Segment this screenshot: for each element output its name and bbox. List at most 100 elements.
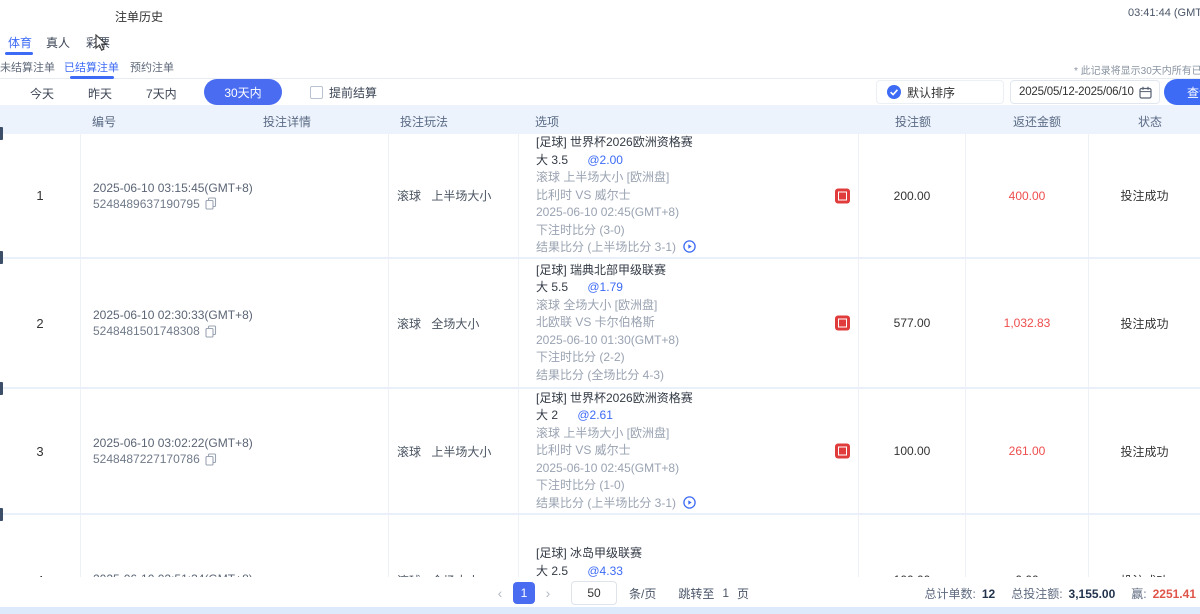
filter-bar: 今天 昨天 7天内 30天内 提前结算 默认排序 2025/05/12-2025…: [0, 79, 1200, 105]
subtab-unsettled[interactable]: 未结算注单: [0, 59, 55, 75]
bet-status: 投注成功: [1088, 259, 1200, 387]
result-detail-icon[interactable]: [683, 240, 696, 253]
filter-30days[interactable]: 30天内: [204, 79, 282, 105]
filter-today[interactable]: 今天: [30, 85, 54, 102]
match-time: 2025-06-10 02:45(GMT+8): [536, 204, 858, 222]
settled-badge-icon: [835, 316, 850, 331]
date-range-picker[interactable]: 2025/05/12-2025/06/10: [1010, 80, 1160, 104]
copy-icon[interactable]: [205, 453, 217, 466]
per-page-label: 条/页: [629, 585, 656, 602]
early-settle-option: 提前结算: [310, 84, 377, 101]
bottom-strip: [0, 607, 1200, 614]
market-info: 滚球 全场大小 [欧洲盘]: [536, 297, 858, 315]
copy-icon[interactable]: [205, 325, 217, 338]
option-cell: [足球] 瑞典北部甲级联赛 大 5.5 @1.79 滚球 全场大小 [欧洲盘] …: [518, 259, 858, 387]
row-edge-mark: [0, 508, 3, 521]
filter-7days[interactable]: 7天内: [146, 85, 177, 102]
col-header-number: 编号: [92, 113, 116, 130]
league-name: [足球] 世界杯2026欧洲资格赛: [536, 390, 858, 408]
odds-value: @4.33: [587, 564, 623, 578]
sort-dropdown[interactable]: 默认排序: [876, 80, 1004, 104]
mouse-cursor-icon: [94, 34, 107, 52]
col-header-option: 选项: [535, 113, 559, 130]
bet-detail-cell: 2025-06-10 03:02:22(GMT+8) 5248487227170…: [80, 389, 388, 513]
stake-amount: 577.00: [858, 259, 965, 387]
total-stake-value: 3,155.00: [1069, 587, 1116, 601]
bet-history-page: 注单历史 03:41:44 (GMT 体育 真人 彩票 未结算注单 已结算注单 …: [0, 0, 1200, 614]
score-at-bet: 下注时比分 (2-2): [536, 349, 858, 367]
date-range-value: 2025/05/12-2025/06/10: [1019, 86, 1134, 98]
bet-time: 2025-06-10 02:30:33(GMT+8): [93, 308, 388, 322]
pick-selection: 大 2.5: [536, 564, 568, 578]
prev-page-button[interactable]: ‹: [493, 585, 507, 601]
match-teams: 比利时 VS 威尔士: [536, 187, 858, 205]
market-info: 滚球 上半场大小 [欧洲盘]: [536, 169, 858, 187]
filter-yesterday[interactable]: 昨天: [88, 85, 112, 102]
col-header-payout: 返还金额: [1013, 113, 1061, 130]
early-settle-label: 提前结算: [329, 84, 377, 101]
bet-time: 2025-06-10 03:15:45(GMT+8): [93, 181, 388, 195]
result-score: 结果比分 (上半场比分 3-1): [536, 239, 858, 257]
odds-value: @2.61: [577, 408, 613, 422]
jump-page-value[interactable]: 1: [722, 586, 729, 600]
table-row: 3 2025-06-10 03:02:22(GMT+8) 52484872271…: [0, 389, 1200, 513]
odds-value: @2.00: [587, 153, 623, 167]
sort-label: 默认排序: [907, 84, 955, 101]
payout-amount: 1,032.83: [965, 259, 1088, 387]
subtab-settled[interactable]: 已结算注单: [64, 59, 119, 75]
tab-live[interactable]: 真人: [46, 34, 70, 51]
option-cell: [足球] 世界杯2026欧洲资格赛 大 3.5 @2.00 滚球 上半场大小 […: [518, 134, 858, 257]
pagination: ‹ 1 › 条/页 跳转至 1 页: [493, 581, 753, 605]
col-header-play: 投注玩法: [400, 113, 448, 130]
total-count-label: 总计单数:: [925, 585, 976, 602]
match-teams: 比利时 VS 威尔士: [536, 442, 858, 460]
payout-amount: 400.00: [965, 134, 1088, 257]
match-time: 2025-06-10 02:45(GMT+8): [536, 460, 858, 478]
bet-detail-cell: 2025-06-10 03:15:45(GMT+8) 5248489637190…: [80, 134, 388, 257]
payout-amount: 0.00: [965, 515, 1088, 577]
calendar-icon: [1139, 86, 1152, 99]
subtab-reserved[interactable]: 预约注单: [130, 59, 174, 75]
current-page-button[interactable]: 1: [513, 582, 535, 604]
main-tabs: 体育 真人 彩票: [0, 28, 1200, 56]
sub-tabs: 未结算注单 已结算注单 预约注单 * 此记录将显示30天内所有已派彩的注: [0, 56, 1200, 79]
order-number: 5248487227170786: [93, 452, 200, 466]
bet-status: 投注成功: [1088, 389, 1200, 513]
pick-selection: 大 3.5: [536, 153, 568, 167]
bet-detail-cell: 2025-06-10 02:51:34(GMT+8): [80, 515, 388, 577]
bet-detail-cell: 2025-06-10 02:30:33(GMT+8) 5248481501748…: [80, 259, 388, 387]
table-body: 1 2025-06-10 03:15:45(GMT+8) 52484896371…: [0, 134, 1200, 577]
top-bar: 注单历史 03:41:44 (GMT: [0, 0, 1200, 28]
match-teams: 北欧联 VS 卡尔伯格斯: [536, 314, 858, 332]
server-time: 03:41:44 (GMT: [1128, 7, 1200, 19]
play-type: 滚球 上半场大小: [388, 134, 518, 257]
table-row: 4 2025-06-10 02:51:34(GMT+8) 滚球 全场大小 [足球…: [0, 515, 1200, 577]
total-count-value: 12: [982, 587, 995, 601]
market-info: 滚球 上半场大小 [欧洲盘]: [536, 425, 858, 443]
table-row: 2 2025-06-10 02:30:33(GMT+8) 52484815017…: [0, 259, 1200, 387]
stake-amount: 200.00: [858, 134, 965, 257]
active-tab-underline: [5, 52, 33, 55]
result-score: 结果比分 (全场比分 4-3): [536, 367, 858, 385]
play-type: 滚球 上半场大小: [388, 389, 518, 513]
play-type: 滚球 全场大小: [388, 515, 518, 577]
copy-icon[interactable]: [205, 197, 217, 210]
payout-amount: 261.00: [965, 389, 1088, 513]
table-header: 编号 投注详情 投注玩法 选项 投注额 返还金额 状态: [0, 105, 1200, 134]
search-button[interactable]: 查询: [1164, 79, 1200, 105]
league-name: [足球] 冰岛甲级联赛: [536, 545, 858, 563]
next-page-button[interactable]: ›: [541, 585, 555, 601]
stake-amount: 100.00: [858, 389, 965, 513]
col-header-detail: 投注详情: [263, 113, 311, 130]
order-number: 5248489637190795: [93, 197, 200, 211]
league-name: [足球] 瑞典北部甲级联赛: [536, 262, 858, 280]
score-at-bet: 下注时比分 (3-0): [536, 222, 858, 240]
early-settle-checkbox[interactable]: [310, 86, 323, 99]
totals-summary: 总计单数: 12 总投注额: 3,155.00 赢: 2251.41: [925, 585, 1197, 602]
records-note: * 此记录将显示30天内所有已派彩的注: [1074, 62, 1200, 77]
bet-status: 投注成功: [1088, 515, 1200, 577]
tab-sports[interactable]: 体育: [8, 34, 32, 51]
match-time: 2025-06-10 01:30(GMT+8): [536, 332, 858, 350]
page-size-input[interactable]: [571, 581, 617, 605]
result-detail-icon[interactable]: [683, 496, 696, 509]
